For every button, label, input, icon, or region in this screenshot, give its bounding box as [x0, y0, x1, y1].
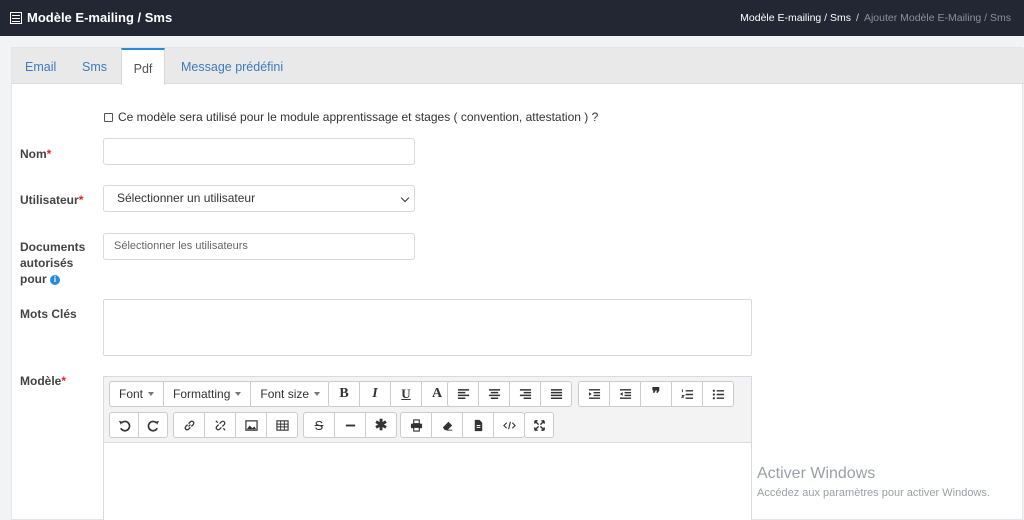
apprentissage-checkbox-label: Ce modèle sera utilisé pour le module ap… [118, 110, 599, 124]
pdf-form: Ce modèle sera utilisé pour le module ap… [12, 85, 1024, 520]
nom-input[interactable] [103, 138, 415, 165]
utilisateur-select-value: Sélectionner un utilisateur [117, 191, 256, 205]
mots-cles-label: Mots Clés [20, 307, 77, 321]
documents-label-line-3: pour i [20, 271, 85, 287]
font-size-dropdown-label: Font size [260, 387, 310, 401]
chevron-down-icon [400, 193, 410, 203]
modele-label-text: Modèle [20, 374, 62, 388]
page-title-text: Modèle E-mailing / Sms [27, 10, 173, 25]
required-mark: * [61, 374, 67, 388]
caret-down-icon [314, 392, 321, 396]
breadcrumb: Modèle E-mailing / Sms / Ajouter Modèle … [740, 12, 1011, 24]
eraser-icon[interactable] [431, 412, 463, 438]
font-dropdown-label: Font [119, 387, 144, 401]
form-card: Email Sms Pdf Message prédéfini Ce modèl… [11, 47, 1024, 520]
font-size-dropdown[interactable]: Font size [250, 381, 331, 407]
text-format-group: B I U A [328, 381, 453, 407]
rich-text-editor: Font Formatting Font size B I U A ❞ S ✱ [103, 376, 752, 520]
tools-group [400, 412, 525, 438]
font-dropdown-group: Font Formatting Font size [109, 381, 331, 407]
formatting-dropdown-label: Formatting [173, 387, 231, 401]
utilisateur-label: Utilisateur* [20, 192, 83, 208]
fullscreen-group [524, 412, 554, 438]
tab-sms[interactable]: Sms [82, 48, 107, 84]
ordered-list-icon[interactable] [671, 381, 703, 407]
tab-email[interactable]: Email [25, 48, 56, 84]
nom-label: Nom* [20, 146, 51, 162]
caret-down-icon [235, 392, 242, 396]
redo-icon[interactable] [138, 412, 168, 438]
modele-label: Modèle* [20, 373, 66, 389]
horizontal-rule-icon[interactable] [334, 412, 366, 438]
image-icon[interactable] [235, 412, 267, 438]
insert-group [173, 412, 298, 438]
align-center-icon[interactable] [478, 381, 510, 407]
table-icon[interactable] [266, 412, 298, 438]
tab-message-predefini[interactable]: Message prédéfini [181, 48, 283, 84]
underline-icon[interactable]: U [390, 381, 422, 407]
indent-icon[interactable] [578, 381, 610, 407]
fullscreen-icon[interactable] [524, 412, 554, 438]
documents-label: Documents autorisés pour i [20, 239, 85, 287]
link-icon[interactable] [173, 412, 205, 438]
required-mark: * [78, 193, 84, 207]
strikethrough-icon[interactable]: S [303, 412, 335, 438]
history-group [109, 412, 168, 438]
block-format-group: ❞ [578, 381, 734, 407]
required-mark: * [46, 147, 52, 161]
document-icon[interactable] [462, 412, 494, 438]
breadcrumb-item-current: Ajouter Modèle E-Mailing / Sms [863, 12, 1011, 24]
unordered-list-icon[interactable] [702, 381, 734, 407]
watermark-title: Activer Windows [757, 465, 876, 482]
documents-users-multiselect[interactable]: Sélectionner les utilisateurs [103, 233, 415, 260]
documents-label-line-3-text: pour [20, 272, 47, 286]
page-title: Modèle E-mailing / Sms [10, 10, 172, 25]
justify-icon[interactable] [540, 381, 572, 407]
alignment-group [447, 381, 572, 407]
align-right-icon[interactable] [509, 381, 541, 407]
top-header-bar: Modèle E-mailing / Sms Modèle E-mailing … [0, 0, 1024, 36]
print-icon[interactable] [400, 412, 432, 438]
editor-content-area[interactable] [104, 443, 751, 520]
breadcrumb-separator: / [856, 12, 859, 24]
italic-icon[interactable]: I [359, 381, 391, 407]
utilisateur-select[interactable]: Sélectionner un utilisateur [103, 185, 415, 212]
tab-pdf[interactable]: Pdf [121, 48, 165, 85]
undo-icon[interactable] [109, 412, 139, 438]
caret-down-icon [148, 392, 155, 396]
special-char-icon[interactable]: ✱ [365, 412, 397, 438]
windows-activation-watermark: Activer Windows Accédez aux paramètres p… [757, 465, 990, 499]
tab-bar: Email Sms Pdf Message prédéfini [12, 48, 1024, 85]
utilisateur-label-text: Utilisateur [20, 193, 79, 207]
apprentissage-option: Ce modèle sera utilisé pour le module ap… [104, 110, 598, 124]
apprentissage-checkbox[interactable] [104, 112, 113, 122]
nom-label-text: Nom [20, 147, 47, 161]
font-dropdown[interactable]: Font [109, 381, 165, 407]
info-icon[interactable]: i [50, 274, 61, 285]
outdent-icon[interactable] [609, 381, 641, 407]
list-icon [10, 11, 22, 24]
misc-group: S ✱ [303, 412, 397, 438]
watermark-subtitle: Accédez aux paramètres pour activer Wind… [757, 487, 990, 499]
editor-toolbar: Font Formatting Font size B I U A ❞ S ✱ [104, 377, 751, 443]
mots-cles-input[interactable] [103, 299, 752, 356]
breadcrumb-item-models[interactable]: Modèle E-mailing / Sms [740, 12, 851, 24]
unlink-icon[interactable] [204, 412, 236, 438]
documents-label-line-1: Documents [20, 240, 86, 254]
bold-icon[interactable]: B [328, 381, 360, 407]
align-left-icon[interactable] [447, 381, 479, 407]
documents-label-line-2: autorisés [20, 256, 74, 270]
formatting-dropdown[interactable]: Formatting [163, 381, 252, 407]
code-icon[interactable] [493, 412, 525, 438]
blockquote-icon[interactable]: ❞ [640, 381, 672, 407]
